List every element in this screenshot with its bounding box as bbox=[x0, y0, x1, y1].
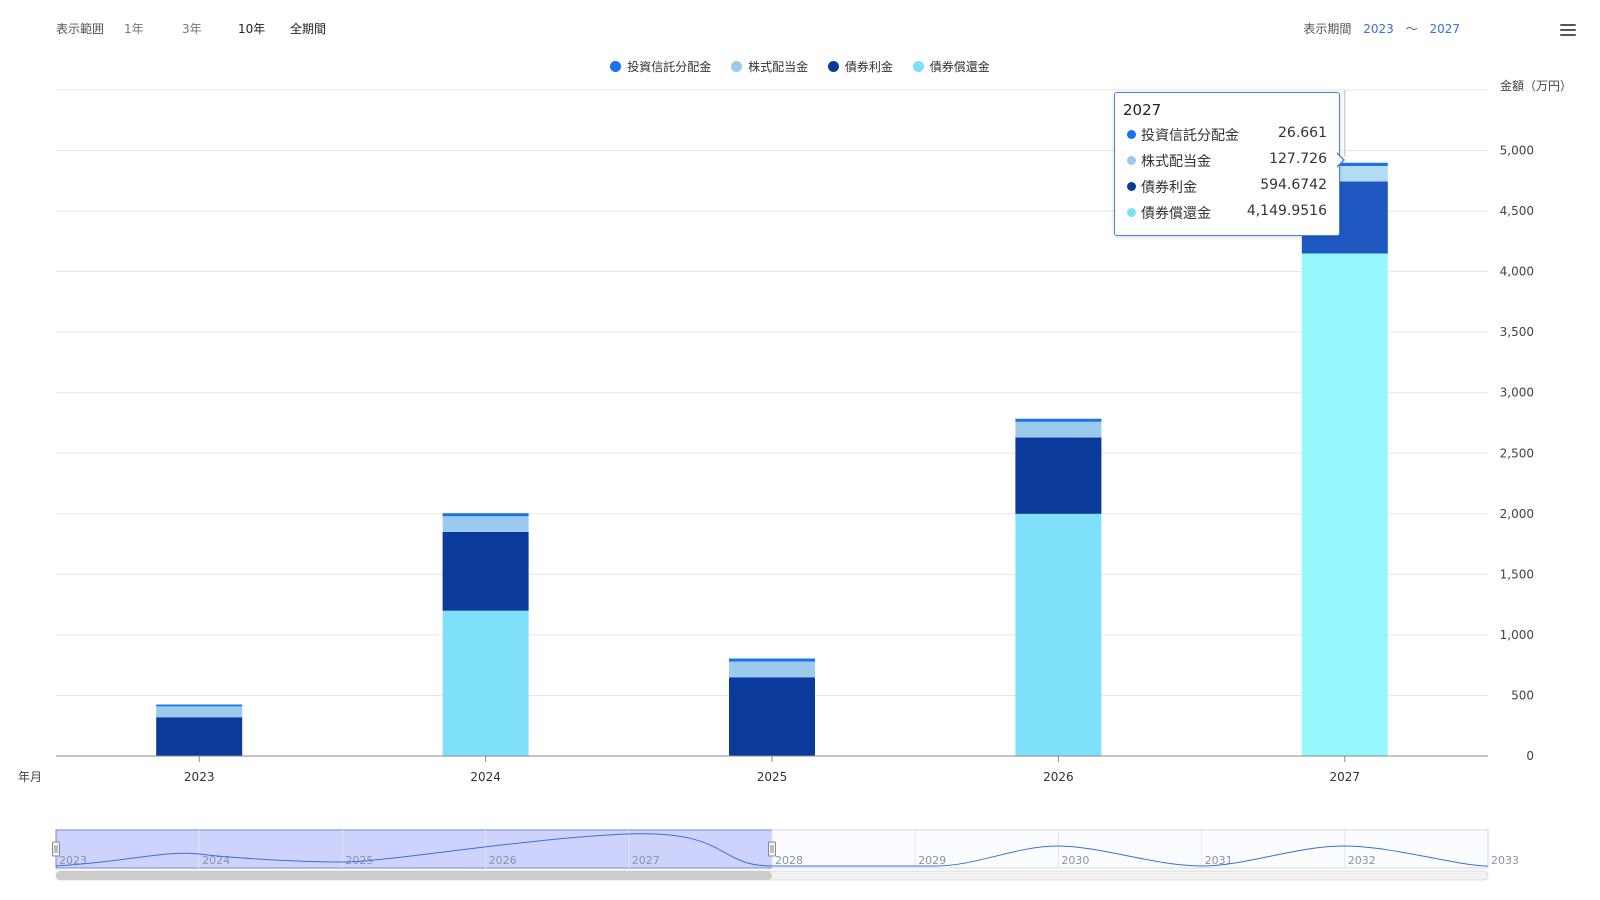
x-tick-label: 2026 bbox=[1043, 770, 1074, 784]
bar-segment bbox=[442, 516, 529, 532]
bar-segment bbox=[1015, 418, 1102, 422]
tooltip-series-value: 26.661 bbox=[1278, 125, 1327, 141]
bar-segment bbox=[729, 661, 815, 678]
chart-tooltip: 2027 投資信託分配金 26.661 株式配当金 127.726 債券利金 5… bbox=[1114, 92, 1340, 236]
tooltip-series-value: 594.6742 bbox=[1260, 177, 1327, 193]
tooltip-series-name: 債券償還金 bbox=[1141, 206, 1211, 222]
tooltip-row: 債券利金 594.6742 bbox=[1123, 177, 1333, 197]
bar-segment bbox=[1015, 421, 1102, 438]
y-tick-label: 0 bbox=[1526, 749, 1534, 763]
bar-segment bbox=[156, 717, 243, 756]
x-tick-label: 2025 bbox=[757, 770, 788, 784]
navigator-year-label: 2032 bbox=[1348, 854, 1376, 867]
x-axis-title: 年月 bbox=[18, 770, 42, 784]
bar-segment bbox=[442, 610, 529, 756]
tooltip-dot bbox=[1127, 182, 1136, 191]
y-tick-label: 3,500 bbox=[1500, 325, 1534, 339]
bar-segment bbox=[1301, 253, 1388, 757]
tooltip-series-value: 4,149.9516 bbox=[1246, 203, 1327, 219]
tooltip-dot bbox=[1127, 130, 1136, 139]
navigator-selection bbox=[55, 829, 773, 869]
tooltip-series-name: 投資信託分配金 bbox=[1141, 128, 1239, 144]
y-axis-title: 金額（万円） bbox=[1500, 78, 1572, 93]
bar-segment bbox=[729, 677, 815, 756]
tooltip-title: 2027 bbox=[1123, 101, 1162, 119]
bar-segment bbox=[442, 513, 529, 517]
bar-segment bbox=[729, 658, 815, 662]
tooltip-row: 債券償還金 4,149.9516 bbox=[1123, 203, 1333, 223]
y-tick-label: 1,000 bbox=[1500, 628, 1534, 642]
tooltip-series-name: 債券利金 bbox=[1141, 180, 1197, 196]
navigator-year-label: 2026 bbox=[489, 854, 517, 867]
navigator-year-label: 2030 bbox=[1061, 854, 1089, 867]
bar-segment bbox=[156, 706, 243, 718]
navigator-year-label: 2033 bbox=[1491, 854, 1519, 867]
bar-segment bbox=[1015, 513, 1102, 756]
y-tick-label: 5,000 bbox=[1500, 144, 1534, 158]
bar-segment bbox=[1015, 437, 1102, 514]
navigator-layer: 2023 2024 2025 2026 2027 2028 2029 2030 2031 2032… bbox=[52, 829, 1519, 881]
chart-area: 0 500 1,000 1,500 2,000 2,500 3,000 3,500 4,000 4… bbox=[18, 78, 1572, 881]
navigator-year-label: 2029 bbox=[918, 854, 946, 867]
navigator-handle-left[interactable] bbox=[52, 841, 60, 857]
tooltip-series-name: 株式配当金 bbox=[1141, 154, 1211, 170]
navigator-handle-right[interactable] bbox=[768, 841, 776, 857]
x-tick-label: 2023 bbox=[184, 770, 215, 784]
navigator-year-label: 2027 bbox=[632, 854, 660, 867]
tooltip-series-value: 127.726 bbox=[1269, 151, 1327, 167]
tooltip-dot bbox=[1127, 156, 1136, 165]
y-tick-label: 1,500 bbox=[1500, 567, 1534, 581]
x-tick-label: 2027 bbox=[1330, 770, 1361, 784]
bar-segment bbox=[442, 531, 529, 611]
tooltip-pointer-inner bbox=[1336, 153, 1343, 167]
navigator-scrollbar-thumb[interactable] bbox=[56, 871, 772, 880]
bar-segment bbox=[156, 704, 243, 707]
y-tick-label: 2,000 bbox=[1500, 507, 1534, 521]
y-tick-label: 3,000 bbox=[1500, 386, 1534, 400]
y-tick-label: 500 bbox=[1511, 688, 1534, 702]
y-tick-label: 2,500 bbox=[1500, 446, 1534, 460]
navigator-year-label: 2028 bbox=[775, 854, 803, 867]
x-tick-label: 2024 bbox=[470, 770, 501, 784]
y-tick-label: 4,500 bbox=[1500, 204, 1534, 218]
tooltip-row: 株式配当金 127.726 bbox=[1123, 151, 1333, 171]
tooltip-dot bbox=[1127, 208, 1136, 217]
y-tick-label: 4,000 bbox=[1500, 265, 1534, 279]
tooltip-row: 投資信託分配金 26.661 bbox=[1123, 125, 1333, 145]
